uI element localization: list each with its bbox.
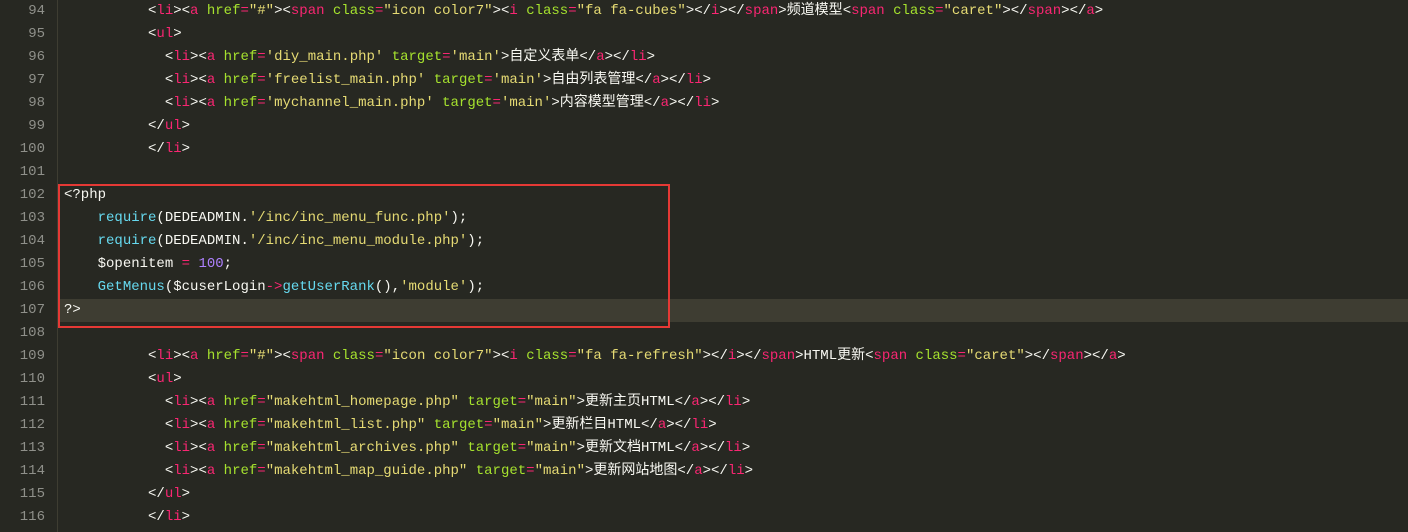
line-number: 100 xyxy=(0,138,45,161)
line-number: 95 xyxy=(0,23,45,46)
code-line[interactable]: <ul> xyxy=(58,23,1408,46)
code-area[interactable]: <li><a href="#"><span class="icon color7… xyxy=(58,0,1408,532)
line-number: 116 xyxy=(0,506,45,529)
line-number: 109 xyxy=(0,345,45,368)
code-editor[interactable]: 9495969798991001011021031041051061071081… xyxy=(0,0,1408,532)
line-number: 114 xyxy=(0,460,45,483)
line-number-gutter: 9495969798991001011021031041051061071081… xyxy=(0,0,58,532)
code-line[interactable]: <li><a href="#"><span class="icon color7… xyxy=(58,345,1408,368)
line-number: 111 xyxy=(0,391,45,414)
code-line[interactable] xyxy=(58,322,1408,345)
line-number: 102 xyxy=(0,184,45,207)
line-number: 101 xyxy=(0,161,45,184)
line-number: 107 xyxy=(0,299,45,322)
code-line[interactable] xyxy=(58,161,1408,184)
code-line[interactable]: $openitem = 100; xyxy=(58,253,1408,276)
line-number: 96 xyxy=(0,46,45,69)
code-line[interactable]: <li><a href='freelist_main.php' target='… xyxy=(58,69,1408,92)
line-number: 113 xyxy=(0,437,45,460)
code-line[interactable]: <?php xyxy=(58,184,1408,207)
line-number: 115 xyxy=(0,483,45,506)
code-line[interactable]: <li><a href="makehtml_archives.php" targ… xyxy=(58,437,1408,460)
line-number: 112 xyxy=(0,414,45,437)
code-line[interactable]: <li><a href='diy_main.php' target='main'… xyxy=(58,46,1408,69)
code-line[interactable]: </ul> xyxy=(58,115,1408,138)
line-number: 110 xyxy=(0,368,45,391)
code-line[interactable]: require(DEDEADMIN.'/inc/inc_menu_func.ph… xyxy=(58,207,1408,230)
code-line[interactable]: GetMenus($cuserLogin->getUserRank(),'mod… xyxy=(58,276,1408,299)
code-line[interactable]: </li> xyxy=(58,138,1408,161)
line-number: 97 xyxy=(0,69,45,92)
line-number: 106 xyxy=(0,276,45,299)
code-line[interactable]: <ul> xyxy=(58,368,1408,391)
line-number: 105 xyxy=(0,253,45,276)
code-line[interactable]: </li> xyxy=(58,506,1408,529)
line-number: 98 xyxy=(0,92,45,115)
code-line[interactable]: require(DEDEADMIN.'/inc/inc_menu_module.… xyxy=(58,230,1408,253)
code-line[interactable]: <li><a href="makehtml_map_guide.php" tar… xyxy=(58,460,1408,483)
code-line[interactable]: <li><a href="makehtml_list.php" target="… xyxy=(58,414,1408,437)
line-number: 104 xyxy=(0,230,45,253)
code-line[interactable]: <li><a href="#"><span class="icon color7… xyxy=(58,0,1408,23)
line-number: 108 xyxy=(0,322,45,345)
code-line[interactable]: </ul> xyxy=(58,483,1408,506)
line-number: 94 xyxy=(0,0,45,23)
code-line[interactable]: <li><a href="makehtml_homepage.php" targ… xyxy=(58,391,1408,414)
code-line[interactable]: ?> xyxy=(58,299,1408,322)
line-number: 103 xyxy=(0,207,45,230)
line-number: 99 xyxy=(0,115,45,138)
code-line[interactable]: <li><a href='mychannel_main.php' target=… xyxy=(58,92,1408,115)
